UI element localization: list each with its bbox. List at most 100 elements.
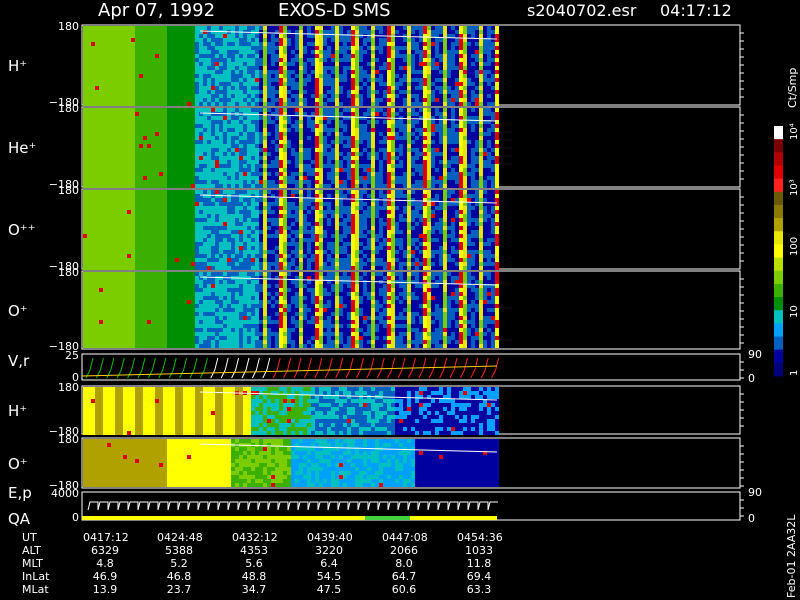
heatmap-cell [179,266,183,270]
heatmap-cell [203,26,207,30]
heatmap-cell [331,74,335,78]
heatmap-cell [159,26,163,30]
heatmap-cell [211,62,215,66]
heatmap-cell [351,98,355,102]
heatmap-cell [199,82,203,86]
heatmap-cell [167,148,171,152]
heatmap-cell [91,124,95,128]
heatmap-cell [147,38,151,42]
heatmap-cell [139,266,143,270]
heatmap-cell [339,140,343,144]
heatmap-cell [179,250,183,254]
heatmap-cell [187,90,191,94]
heatmap-cell [215,168,219,172]
heatmap-cell [303,98,307,102]
heatmap-cell [131,78,135,82]
heatmap-cell [271,98,275,102]
heatmap-cell [87,136,91,140]
heatmap-cell [135,218,139,222]
heatmap-cell [111,214,115,218]
heatmap-cell [299,58,303,62]
heatmap-cell [183,230,187,234]
heatmap-cell [183,102,187,106]
heatmap-cell [239,132,243,136]
heatmap-cell [223,82,227,86]
heatmap-cell [199,180,203,184]
heatmap-cell [415,140,419,144]
heatmap-cell [211,42,215,46]
heatmap-cell [147,242,151,246]
heatmap-cell [495,102,499,106]
heatmap-cell [335,144,339,148]
heatmap-cell [275,124,279,128]
heatmap-cell [191,78,195,82]
heatmap-cell [119,86,123,90]
heatmap-cell [287,66,291,70]
heatmap-cell [459,160,463,164]
heatmap-cell [343,74,347,78]
heatmap-cell [347,120,351,124]
heatmap-cell [83,124,87,128]
heatmap-cell [191,86,195,90]
heatmap-cell [219,164,223,168]
heatmap-cell [143,202,147,206]
heatmap-cell [359,156,363,160]
heatmap-cell [291,156,295,160]
heatmap-cell [111,124,115,128]
heatmap-cell [403,112,407,116]
heatmap-cell [127,156,131,160]
heatmap-cell [147,148,151,152]
heatmap-cell [383,26,387,30]
heatmap-cell [159,206,163,210]
heatmap-cell [307,148,311,152]
heatmap-cell [387,74,391,78]
heatmap-cell [91,50,95,54]
heatmap-cell [287,58,291,62]
heatmap-cell [487,164,491,168]
heatmap-cell [207,140,211,144]
heatmap-cell [343,90,347,94]
heatmap-cell [427,26,431,30]
heatmap-cell [299,172,303,176]
heatmap-cell [359,164,363,168]
heatmap-cell [191,210,195,214]
heatmap-cell [371,94,375,98]
heatmap-cell [391,30,395,34]
heatmap-cell [391,50,395,54]
heatmap-cell [255,156,259,160]
heatmap-cell [179,58,183,62]
heatmap-cell [219,202,223,206]
heatmap-cell [159,90,163,94]
heatmap-cell [467,176,471,180]
heatmap-cell [311,168,315,172]
heatmap-cell [111,218,115,222]
heatmap-cell [131,210,135,214]
heatmap-cell [267,136,271,140]
heatmap-cell [323,140,327,144]
heatmap-cell [191,54,195,58]
heatmap-cell [127,230,131,234]
heatmap-cell [231,250,235,254]
heatmap-cell [155,136,159,140]
heatmap-cell [199,98,203,102]
heatmap-cell [87,254,91,258]
heatmap-cell [487,62,491,66]
heatmap-cell [99,102,103,106]
heatmap-cell [379,26,383,30]
heatmap-cell [195,164,199,168]
heatmap-cell [383,54,387,58]
heatmap-cell [307,70,311,74]
heatmap-cell [179,210,183,214]
heatmap-cell [143,94,147,98]
heatmap-cell [447,164,451,168]
heatmap-cell [283,116,287,120]
heatmap-cell [183,132,187,136]
heatmap-cell [167,50,171,54]
heatmap-cell [491,160,495,164]
heatmap-cell [179,42,183,46]
heatmap-cell [495,168,499,172]
heatmap-cell [387,140,391,144]
heatmap-cell [99,164,103,168]
heatmap-cell [139,112,143,116]
heatmap-cell [275,164,279,168]
